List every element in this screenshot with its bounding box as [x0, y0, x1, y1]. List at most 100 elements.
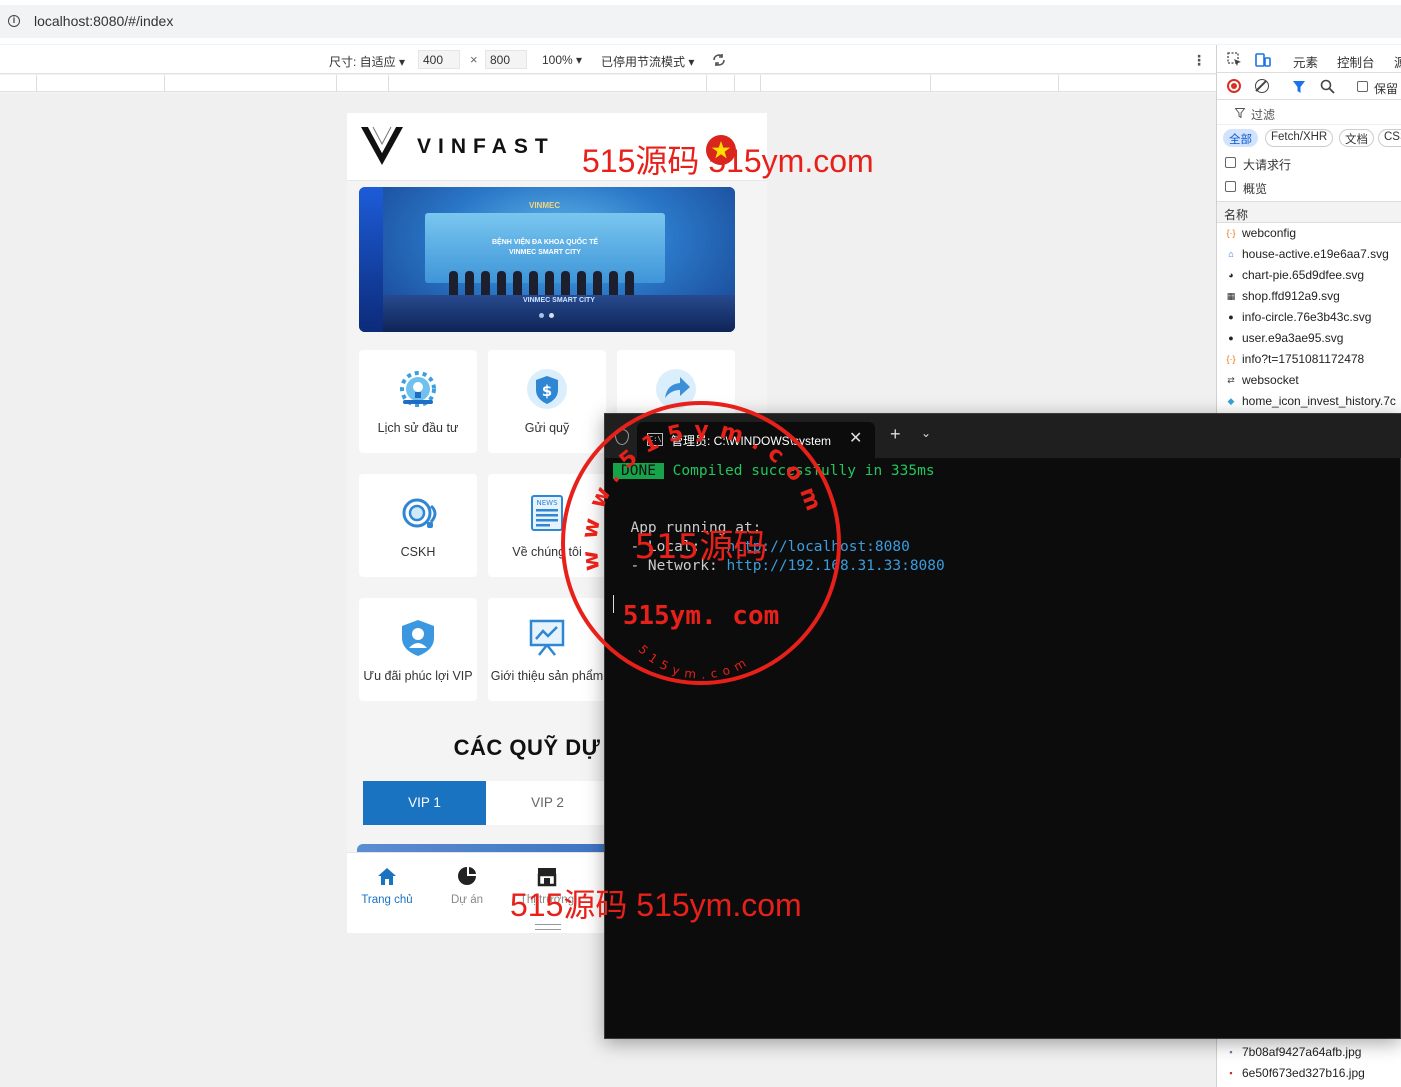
height-input[interactable]: 800 — [485, 50, 527, 69]
device-toggle-icon[interactable] — [1255, 52, 1271, 67]
request-type-icon: ▪ — [1229, 1047, 1233, 1057]
resource-type-filters: 全部 Fetch/XHR 文档 CSS — [1217, 126, 1401, 150]
request-type-icon: ⌂ — [1228, 249, 1234, 259]
request-row[interactable]: ● user.e9a3ae95.svg — [1217, 327, 1401, 348]
type-css[interactable]: CSS — [1378, 129, 1401, 147]
url-text[interactable]: localhost:8080/#/index — [34, 13, 173, 29]
record-icon[interactable] — [1227, 79, 1241, 93]
tabbar-home[interactable]: Trang chủ — [352, 865, 422, 906]
rotate-icon[interactable] — [710, 51, 728, 69]
site-info-icon[interactable]: i — [8, 15, 20, 27]
search-icon[interactable] — [1320, 79, 1335, 94]
tab-elements[interactable]: 元素 — [1293, 52, 1318, 71]
request-row[interactable]: ⇄ websocket — [1217, 369, 1401, 390]
menu-label: Lịch sử đầu tư — [377, 421, 459, 435]
more-options-icon[interactable]: ⋮ — [1192, 52, 1206, 69]
menu-label: CSKH — [400, 545, 436, 559]
dimensions-dropdown[interactable]: 尺寸: 自适应 ▾ — [329, 53, 405, 70]
filter-icon[interactable] — [1292, 80, 1306, 94]
request-row[interactable]: ◕ chart-pie.65d9dfee.svg — [1217, 264, 1401, 285]
tabbar-projects[interactable]: Dự án — [432, 865, 502, 906]
request-type-icon: ▪ — [1229, 1068, 1233, 1078]
big-request-rows-option[interactable]: 大请求行 — [1217, 152, 1401, 174]
request-row[interactable]: ⌂ house-active.e19e6aa7.svg — [1217, 243, 1401, 264]
banner-floor-text: VINMEC SMART CITY — [523, 297, 595, 304]
preserve-log-checkbox[interactable] — [1357, 81, 1368, 92]
address-bar: i localhost:8080/#/index — [0, 0, 1401, 44]
inspect-element-icon[interactable] — [1227, 52, 1242, 67]
omnibox[interactable] — [0, 5, 1401, 38]
request-type-icon: ⇄ — [1227, 375, 1235, 385]
tab-vip-1[interactable]: VIP 1 — [363, 781, 486, 825]
request-name: shop.ffd912a9.svg — [1242, 289, 1340, 303]
svg-text:$: $ — [542, 382, 552, 400]
seal-bottom-text: 515ym. com — [623, 601, 780, 631]
tab-console[interactable]: 控制台 — [1337, 52, 1375, 71]
request-name: 7b08af9427a64afb.jpg — [1242, 1045, 1362, 1059]
vinfast-logo-icon — [361, 126, 403, 165]
tabbar-label: Dự án — [451, 894, 483, 906]
name-header-label: 名称 — [1224, 208, 1249, 222]
request-row[interactable]: ▦ shop.ffd912a9.svg — [1217, 285, 1401, 306]
big-rows-label: 大请求行 — [1243, 158, 1292, 172]
device-toolbar: 尺寸: 自适应 ▾ 400 × 800 100% ▾ 已停用节流模式 ▾ ⋮ — [0, 45, 1216, 74]
request-name: home_icon_invest_history.7c — [1242, 394, 1396, 408]
request-row[interactable]: ▪ 6e50f673ed327b16.jpg — [1217, 1062, 1401, 1083]
watermark-seal-icon: www.515ym.com 515源码 515ym. com 515ym.com — [561, 401, 841, 685]
tab-sources[interactable]: 源 — [1394, 52, 1401, 71]
overview-label: 概览 — [1243, 182, 1268, 196]
gear-bulb-icon — [400, 371, 436, 407]
vietnam-flag-icon — [706, 135, 736, 165]
new-tab-icon[interactable]: + — [890, 424, 901, 445]
devtools-tabs: 元素 控制台 源 — [1217, 45, 1401, 73]
request-name: user.e9a3ae95.svg — [1242, 331, 1344, 345]
carousel-dot[interactable] — [549, 313, 554, 318]
request-row[interactable]: ● info-circle.76e3b43c.svg — [1217, 306, 1401, 327]
name-column-header[interactable]: 名称 — [1217, 201, 1401, 223]
throttle-dropdown[interactable]: 已停用节流模式 ▾ — [601, 53, 694, 70]
pie-chart-icon — [458, 867, 476, 885]
request-row[interactable]: {·} info?t=1751081172478 — [1217, 348, 1401, 369]
request-name: house-active.e19e6aa7.svg — [1242, 247, 1389, 261]
tab-vip-2[interactable]: VIP 2 — [486, 781, 609, 825]
big-rows-checkbox[interactable] — [1225, 157, 1236, 168]
request-row[interactable]: {·} webconfig — [1217, 222, 1401, 243]
times-sign: × — [470, 52, 478, 67]
menu-label: Ưu đãi phúc lợi VIP — [363, 669, 473, 683]
request-name: webconfig — [1242, 226, 1297, 240]
request-type-icon: {·} — [1226, 354, 1236, 364]
type-doc[interactable]: 文档 — [1339, 129, 1374, 147]
request-type-icon: {·} — [1226, 228, 1236, 238]
request-type-icon: ▦ — [1226, 291, 1236, 301]
home-icon — [378, 868, 396, 885]
overview-checkbox[interactable] — [1225, 181, 1236, 192]
zoom-dropdown[interactable]: 100% ▾ — [542, 53, 582, 67]
banner-floor: VINMEC SMART CITY — [383, 295, 735, 332]
type-all[interactable]: 全部 — [1223, 129, 1258, 147]
request-type-icon: ● — [1228, 312, 1234, 322]
menu-vip-benefits[interactable]: Ưu đãi phúc lợi VIP — [359, 598, 477, 701]
clear-icon[interactable] — [1255, 79, 1269, 93]
brand-name: VINFAST — [417, 135, 555, 158]
banner-carousel[interactable]: VINMEC BỆNH VIỆN ĐA KHOA QUỐC TẾ VINMEC … — [359, 187, 735, 332]
chevron-down-icon[interactable]: ⌄ — [921, 426, 931, 440]
banner-screen-line1: BỆNH VIỆN ĐA KHOA QUỐC TẾ — [491, 239, 599, 246]
menu-investment-history[interactable]: Lịch sử đầu tư — [359, 350, 477, 453]
type-fetch-xhr[interactable]: Fetch/XHR — [1265, 129, 1334, 147]
filter-input[interactable]: 过滤 — [1217, 101, 1401, 125]
funnel-icon — [1235, 108, 1245, 118]
carousel-dot[interactable] — [539, 313, 544, 318]
network-toolbar: 保留 — [1217, 74, 1401, 100]
banner-screen-line2: VINMEC SMART CITY — [509, 249, 581, 256]
request-type-icon: ◕ — [1228, 270, 1234, 280]
tabbar-label: Trang chủ — [361, 894, 413, 906]
width-input[interactable]: 400 — [418, 50, 460, 69]
menu-customer-care[interactable]: CSKH — [359, 474, 477, 577]
request-row[interactable]: ▪ 7b08af9427a64afb.jpg — [1217, 1041, 1401, 1062]
preserve-log-label: 保留 — [1374, 82, 1399, 96]
request-type-icon: ● — [1228, 333, 1234, 343]
request-row[interactable]: ◆ home_icon_invest_history.7c — [1217, 390, 1401, 411]
close-tab-icon[interactable]: ✕ — [849, 428, 862, 448]
overview-option[interactable]: 概览 — [1217, 176, 1401, 198]
vip-shield-icon — [402, 620, 434, 656]
